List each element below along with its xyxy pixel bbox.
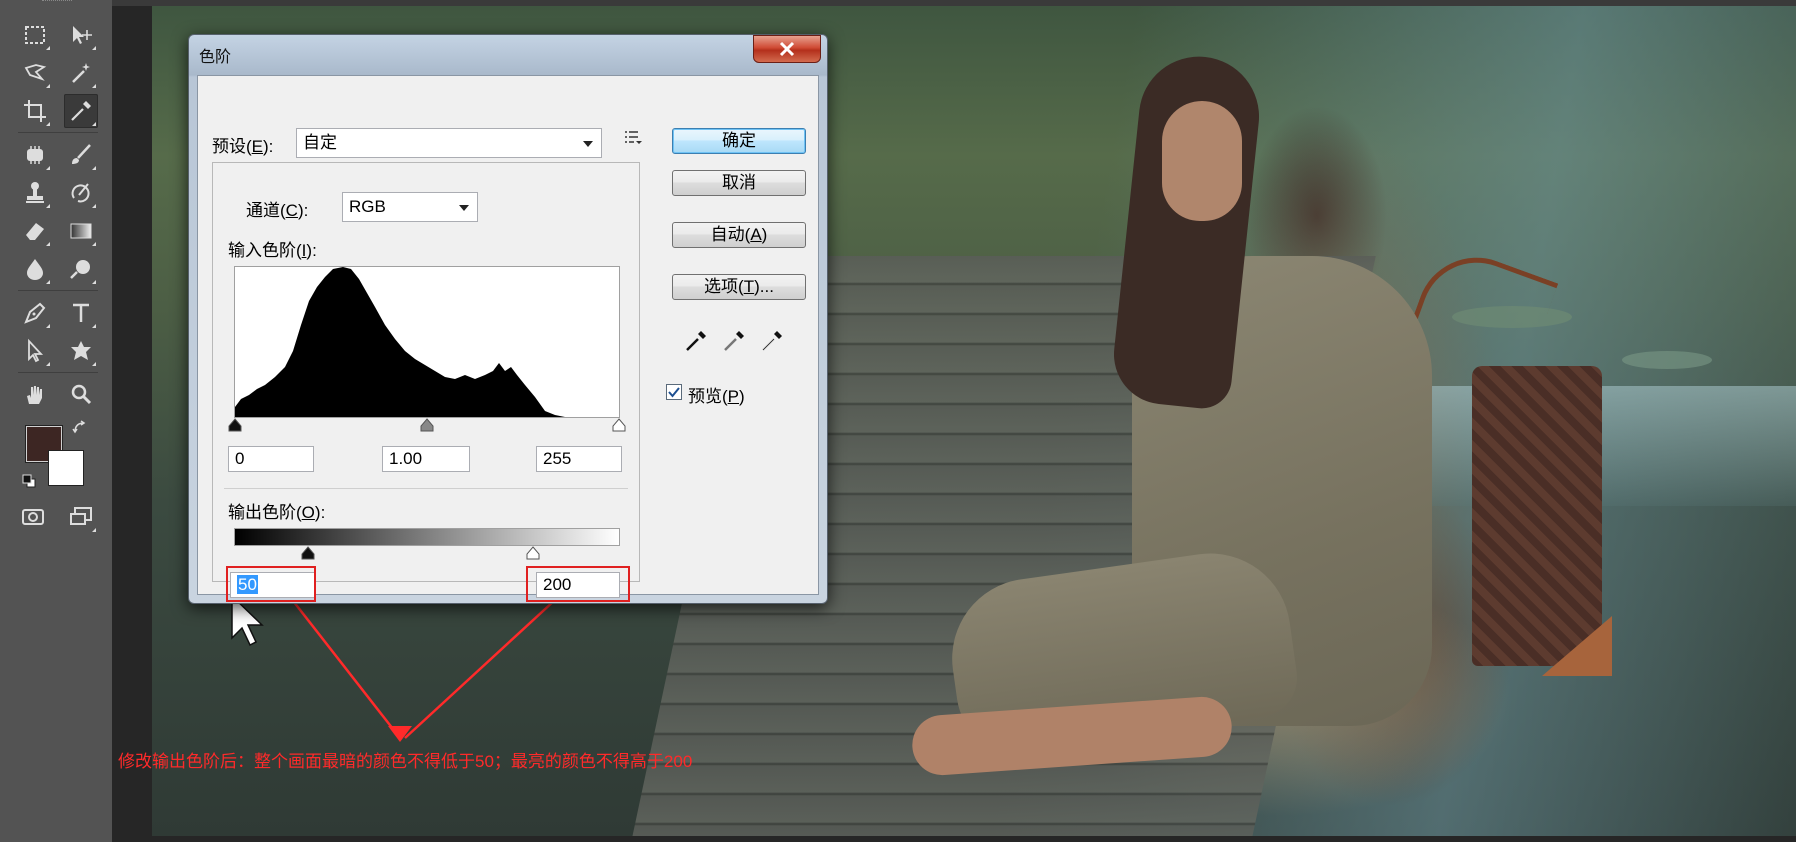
highlight-box-output-white [526, 566, 630, 602]
clone-stamp-tool-icon[interactable] [18, 176, 52, 210]
handbag [1472, 366, 1602, 666]
pen-tool-icon[interactable] [18, 296, 52, 330]
input-white-field[interactable]: 255 [536, 446, 622, 472]
preview-label: 预览(P) [688, 387, 745, 406]
path-selection-tool-icon[interactable] [18, 334, 52, 368]
zoom-tool-icon[interactable] [64, 378, 98, 412]
crop-tool-icon[interactable] [18, 94, 52, 128]
type-tool-icon[interactable] [64, 296, 98, 330]
cancel-button[interactable]: 取消 [672, 170, 806, 196]
gray-point-eyedropper-icon[interactable] [720, 326, 748, 354]
custom-shape-tool-icon[interactable] [64, 334, 98, 368]
output-black-slider-handle[interactable] [301, 546, 315, 560]
background-color-swatch[interactable] [48, 450, 84, 486]
default-colors-icon[interactable] [22, 474, 36, 488]
annotation-text: 修改输出色阶后：整个画面最暗的颜色不得低于50；最亮的颜色不得高于200 [118, 752, 693, 771]
quick-mask-icon[interactable] [16, 500, 50, 534]
rectangular-marquee-tool-icon[interactable] [18, 18, 52, 52]
channel-value: RGB [349, 197, 386, 216]
hand-tool-icon[interactable] [18, 378, 52, 412]
auto-button[interactable]: 自动(A) [672, 222, 806, 248]
lily-pad [1622, 351, 1712, 369]
histogram [234, 266, 620, 418]
ok-button[interactable]: 确定 [672, 128, 806, 154]
input-levels-label: 输入色阶(I): [228, 241, 317, 260]
preset-value: 自定 [303, 133, 337, 152]
preset-label: 预设(E): [212, 137, 274, 156]
eraser-tool-icon[interactable] [18, 214, 52, 248]
preset-options-menu-icon[interactable] [622, 126, 644, 148]
eyedropper-tool-icon[interactable] [64, 94, 98, 128]
input-black-slider-handle[interactable] [228, 418, 242, 432]
dialog-body: 预设(E): 自定 确定 取消 自动(A) 选项(T)... 预览(P) 通道(… [197, 75, 819, 602]
histogram-graph [235, 267, 565, 417]
chevron-down-icon [459, 205, 469, 211]
channel-label: 通道(C): [228, 196, 317, 221]
preset-dropdown[interactable]: 自定 [296, 128, 602, 158]
magic-wand-tool-icon[interactable] [64, 56, 98, 90]
blur-tool-icon[interactable] [18, 252, 52, 286]
woman-face [1162, 101, 1242, 221]
gradient-tool-icon[interactable] [64, 214, 98, 248]
brush-tool-icon[interactable] [64, 138, 98, 172]
lasso-tool-icon[interactable] [18, 56, 52, 90]
output-levels-gradient [234, 528, 620, 546]
options-button[interactable]: 选项(T)... [672, 274, 806, 300]
dodge-tool-icon[interactable] [64, 252, 98, 286]
chevron-down-icon [583, 141, 593, 147]
tools-panel [0, 0, 113, 842]
dialog-title: 色阶 [199, 49, 232, 66]
black-point-eyedropper-icon[interactable] [682, 326, 710, 354]
input-gamma-field[interactable]: 1.00 [382, 446, 470, 472]
history-brush-tool-icon[interactable] [64, 176, 98, 210]
preview-checkbox[interactable] [666, 384, 682, 400]
move-tool-icon[interactable] [64, 18, 98, 52]
panel-grip[interactable] [42, 0, 72, 5]
swap-colors-icon[interactable] [72, 420, 88, 436]
screen-mode-icon[interactable] [64, 500, 98, 534]
spot-healing-brush-icon[interactable] [18, 138, 52, 172]
levels-dialog[interactable]: 色阶 预设(E): 自定 确定 取消 自动(A) 选项(T)... 预览(P) … [188, 34, 828, 604]
input-black-field[interactable]: 0 [228, 446, 314, 472]
white-point-eyedropper-icon[interactable] [758, 326, 786, 354]
channel-dropdown[interactable]: RGB [342, 192, 478, 222]
divider [224, 488, 628, 489]
output-white-slider-handle[interactable] [526, 546, 540, 560]
output-levels-label: 输出色阶(O): [228, 503, 326, 522]
checkmark-icon [668, 387, 680, 398]
input-white-slider-handle[interactable] [612, 418, 626, 432]
close-button[interactable] [753, 35, 821, 63]
close-icon [779, 41, 795, 57]
highlight-box-output-black [226, 566, 316, 602]
input-gamma-slider-handle[interactable] [420, 418, 434, 432]
